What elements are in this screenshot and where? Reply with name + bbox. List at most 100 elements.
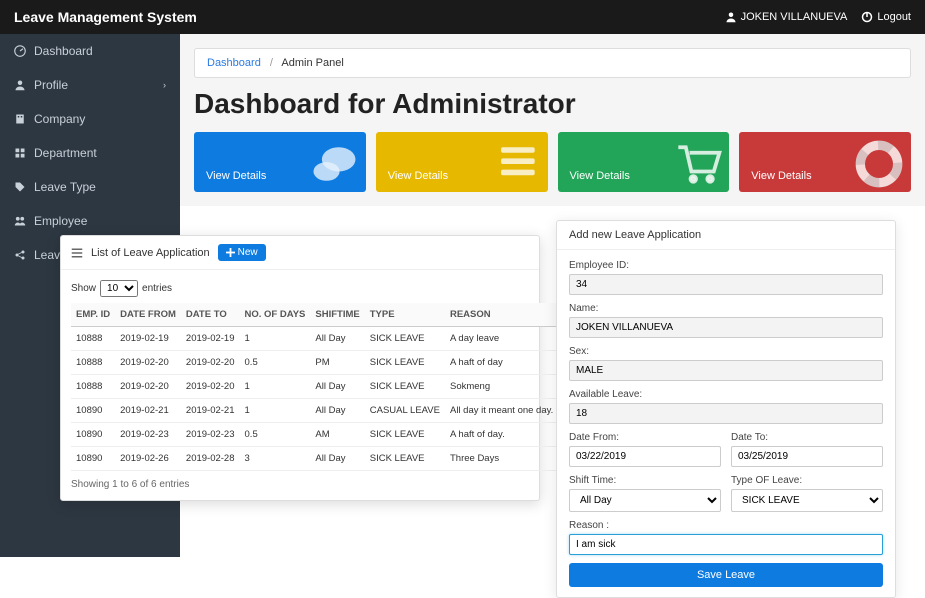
sidebar-item-dashboard[interactable]: Dashboard <box>0 34 180 68</box>
column-header[interactable]: SHIFTIME <box>310 303 364 327</box>
table-cell: 2019-02-26 <box>115 447 181 471</box>
column-header[interactable]: DATE FROM <box>115 303 181 327</box>
table-cell: 1 <box>240 375 311 399</box>
sidebar-item-label: Dashboard <box>34 44 93 58</box>
tag-icon <box>14 181 26 193</box>
column-header[interactable]: NO. OF DAYS <box>240 303 311 327</box>
page-title: Dashboard for Administrator <box>194 88 911 120</box>
lifesaver-icon <box>851 136 907 192</box>
dashboard-card-green[interactable]: View Details <box>558 132 730 192</box>
dashboard-card-blue[interactable]: View Details <box>194 132 366 192</box>
column-header[interactable]: EMP. ID <box>71 303 115 327</box>
power-icon <box>861 11 873 23</box>
table-cell: A day leave <box>445 327 558 351</box>
column-header[interactable]: REASON <box>445 303 558 327</box>
share-icon <box>14 249 26 261</box>
page-length-select[interactable]: 10 <box>100 280 138 297</box>
sidebar-item-label: Leav <box>34 248 60 262</box>
table-cell: SICK LEAVE <box>365 351 445 375</box>
card-label: View Details <box>206 170 266 182</box>
table-cell: 2019-02-19 <box>181 327 240 351</box>
table-cell: 2019-02-21 <box>181 399 240 423</box>
leave-table: EMP. IDDATE FROMDATE TONO. OF DAYSSHIFTI… <box>71 303 558 471</box>
table-cell: CASUAL LEAVE <box>365 399 445 423</box>
table-cell: Sokmeng <box>445 375 558 399</box>
table-info: Showing 1 to 6 of 6 entries <box>71 479 529 490</box>
table-cell: PM <box>310 351 364 375</box>
table-cell: SICK LEAVE <box>365 447 445 471</box>
panel-header: List of Leave Application New <box>61 236 539 270</box>
sidebar-item-label: Leave Type <box>34 180 96 194</box>
reason-field[interactable] <box>569 534 883 555</box>
breadcrumb-root[interactable]: Dashboard <box>207 57 261 69</box>
type-select[interactable]: SICK LEAVE <box>731 489 883 512</box>
sidebar-item-department[interactable]: Department <box>0 136 180 170</box>
table-row[interactable]: 108882019-02-202019-02-201All DaySICK LE… <box>71 375 558 399</box>
list-icon <box>71 247 83 259</box>
table-cell: 10888 <box>71 351 115 375</box>
shift-select[interactable]: All Day <box>569 489 721 512</box>
show-label: Show <box>71 283 96 294</box>
table-cell: 2019-02-28 <box>181 447 240 471</box>
table-cell: A haft of day. <box>445 423 558 447</box>
table-cell: SICK LEAVE <box>365 375 445 399</box>
table-row[interactable]: 108882019-02-192019-02-191All DaySICK LE… <box>71 327 558 351</box>
table-cell: All day it meant one day. <box>445 399 558 423</box>
shift-label: Shift Time: <box>569 475 721 486</box>
building-icon <box>14 113 26 125</box>
panel-title: List of Leave Application <box>91 247 210 259</box>
table-cell: SICK LEAVE <box>365 327 445 351</box>
type-label: Type OF Leave: <box>731 475 883 486</box>
sex-field <box>569 360 883 381</box>
dashboard-card-yellow[interactable]: View Details <box>376 132 548 192</box>
table-cell: 1 <box>240 399 311 423</box>
new-button[interactable]: New <box>218 244 266 261</box>
sidebar-item-employee[interactable]: Employee <box>0 204 180 238</box>
table-cell: All Day <box>310 375 364 399</box>
sidebar-item-company[interactable]: Company <box>0 102 180 136</box>
app-title: Leave Management System <box>14 9 197 25</box>
date-from-label: Date From: <box>569 432 721 443</box>
table-cell: 2019-02-20 <box>181 351 240 375</box>
reason-label: Reason : <box>569 520 883 531</box>
table-cell: 10888 <box>71 375 115 399</box>
user-icon <box>725 11 737 23</box>
logout-link[interactable]: Logout <box>861 11 911 23</box>
table-row[interactable]: 108902019-02-232019-02-230.5AMSICK LEAVE… <box>71 423 558 447</box>
card-label: View Details <box>570 170 630 182</box>
save-button[interactable]: Save Leave <box>569 563 883 587</box>
user-icon <box>14 79 26 91</box>
table-row[interactable]: 108902019-02-262019-02-283All DaySICK LE… <box>71 447 558 471</box>
table-row[interactable]: 108882019-02-202019-02-200.5PMSICK LEAVE… <box>71 351 558 375</box>
user-name-label: JOKEN VILLANUEVA <box>741 11 848 23</box>
user-menu[interactable]: JOKEN VILLANUEVA <box>725 11 848 23</box>
card-label: View Details <box>751 170 811 182</box>
emp-id-field <box>569 274 883 295</box>
table-cell: Three Days <box>445 447 558 471</box>
column-header[interactable]: TYPE <box>365 303 445 327</box>
emp-id-label: Employee ID: <box>569 260 883 271</box>
sidebar-item-label: Department <box>34 146 97 160</box>
table-cell: 1 <box>240 327 311 351</box>
table-cell: SICK LEAVE <box>365 423 445 447</box>
add-leave-form: Add new Leave Application Employee ID: N… <box>556 220 896 598</box>
new-label: New <box>238 247 258 258</box>
date-from-field[interactable] <box>569 446 721 467</box>
sidebar-item-profile[interactable]: Profile› <box>0 68 180 102</box>
table-cell: 10890 <box>71 399 115 423</box>
table-row[interactable]: 108902019-02-212019-02-211All DayCASUAL … <box>71 399 558 423</box>
card-label: View Details <box>388 170 448 182</box>
date-to-label: Date To: <box>731 432 883 443</box>
sidebar-item-leave-type[interactable]: Leave Type <box>0 170 180 204</box>
chat-icon <box>306 136 362 192</box>
dashboard-icon <box>14 45 26 57</box>
sex-label: Sex: <box>569 346 883 357</box>
table-cell: AM <box>310 423 364 447</box>
dashboard-card-red[interactable]: View Details <box>739 132 911 192</box>
main-area: Dashboard / Admin Panel Dashboard for Ad… <box>180 34 925 206</box>
table-cell: 2019-02-20 <box>115 351 181 375</box>
breadcrumb-current: Admin Panel <box>281 57 343 69</box>
sidebar-item-label: Company <box>34 112 85 126</box>
date-to-field[interactable] <box>731 446 883 467</box>
column-header[interactable]: DATE TO <box>181 303 240 327</box>
